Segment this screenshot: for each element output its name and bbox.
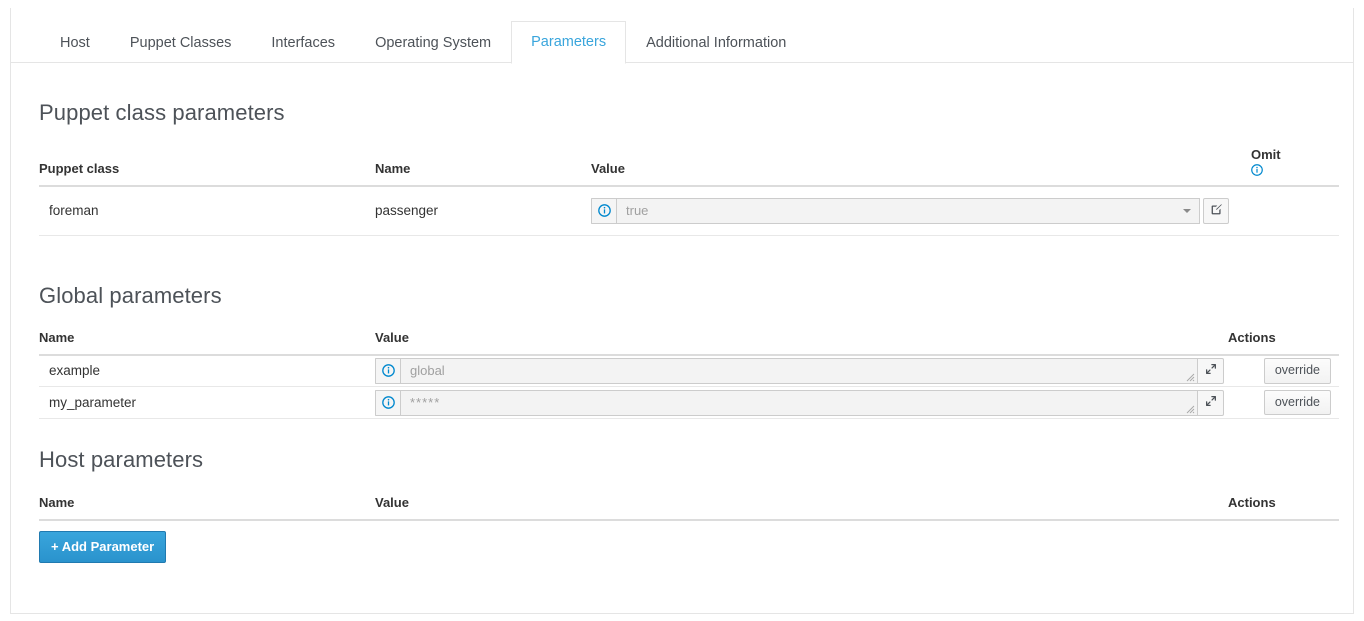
table-header-row: Name Value Actions <box>39 329 1339 356</box>
tab-host[interactable]: Host <box>40 22 110 65</box>
resize-grip-icon[interactable] <box>1184 403 1195 414</box>
table-header-row: Puppet class Name Value Omit <box>39 147 1339 187</box>
tab-parameters[interactable]: Parameters <box>511 20 627 64</box>
edit-value-button[interactable] <box>1203 197 1229 224</box>
value-select-placeholder: true <box>626 203 649 219</box>
cell-name: passenger <box>375 186 591 236</box>
cell-value: true <box>591 186 1251 236</box>
override-button[interactable]: override <box>1263 358 1331 384</box>
info-icon[interactable] <box>381 396 395 409</box>
column-header-name: Name <box>39 329 375 356</box>
value-info-addon <box>591 197 616 224</box>
add-parameter-button[interactable]: + Add Parameter <box>39 531 167 563</box>
cell-value: global <box>375 354 1228 387</box>
value-placeholder: global <box>410 363 445 379</box>
tab-operating-system[interactable]: Operating System <box>355 22 511 65</box>
column-header-name: Name <box>375 147 591 187</box>
value-info-addon <box>375 357 400 384</box>
parameters-content: Puppet class parameters Puppet class Nam… <box>39 63 1339 621</box>
table-row: foreman passenger true <box>39 186 1339 236</box>
host-parameters-title: Host parameters <box>39 447 204 472</box>
value-textarea[interactable]: global <box>400 357 1198 384</box>
value-info-addon <box>375 389 400 416</box>
chevron-down-icon <box>1183 208 1191 213</box>
resize-grip-icon[interactable] <box>1184 371 1195 382</box>
column-header-value: Value <box>591 147 1251 187</box>
override-button[interactable]: override <box>1263 389 1331 416</box>
global-parameters-title: Global parameters <box>39 282 222 308</box>
cell-name: example <box>39 354 375 387</box>
value-textarea[interactable]: ***** <box>400 389 1198 416</box>
cell-puppet-class: foreman <box>39 186 375 236</box>
column-header-puppet-class: Puppet class <box>39 147 375 187</box>
cell-value: ***** <box>375 386 1228 419</box>
expand-value-button[interactable] <box>1198 389 1224 416</box>
column-header-value: Value <box>375 329 1228 356</box>
expand-icon <box>1205 363 1217 378</box>
column-header-value: Value <box>375 495 1228 521</box>
table-row: my_parameter ***** override <box>39 386 1339 419</box>
tab-puppet-classes[interactable]: Puppet Classes <box>110 22 252 65</box>
cell-actions: override <box>1228 386 1339 419</box>
info-icon[interactable] <box>1251 164 1339 176</box>
info-icon[interactable] <box>597 204 611 218</box>
value-placeholder: ***** <box>410 395 441 410</box>
puppet-class-parameters-title: Puppet class parameters <box>39 100 285 125</box>
edit-icon <box>1210 203 1223 219</box>
column-header-actions: Actions <box>1228 329 1339 356</box>
table-header-row: Name Value Actions <box>39 495 1339 521</box>
puppet-class-parameters-table: Puppet class Name Value Omit foreman pas… <box>39 147 1339 236</box>
tab-additional-information[interactable]: Additional Information <box>626 22 806 65</box>
cell-name: my_parameter <box>39 386 375 419</box>
expand-value-button[interactable] <box>1198 357 1224 384</box>
host-parameters-page: Host Puppet Classes Interfaces Operating… <box>0 0 1364 621</box>
table-row: example global override <box>39 354 1339 387</box>
value-select[interactable]: true <box>616 197 1200 224</box>
expand-icon <box>1205 395 1217 410</box>
column-header-actions: Actions <box>1228 495 1339 521</box>
cell-omit <box>1251 186 1339 236</box>
global-parameters-table: Name Value Actions example global overri… <box>39 329 1339 419</box>
column-header-omit: Omit <box>1251 147 1339 187</box>
info-icon[interactable] <box>381 364 395 378</box>
tab-bar: Host Puppet Classes Interfaces Operating… <box>11 9 1353 65</box>
tab-interfaces[interactable]: Interfaces <box>251 22 355 65</box>
column-header-omit-label: Omit <box>1251 147 1281 162</box>
host-parameters-table: Name Value Actions <box>39 495 1339 521</box>
column-header-name: Name <box>39 495 375 521</box>
cell-actions: override <box>1228 354 1339 387</box>
